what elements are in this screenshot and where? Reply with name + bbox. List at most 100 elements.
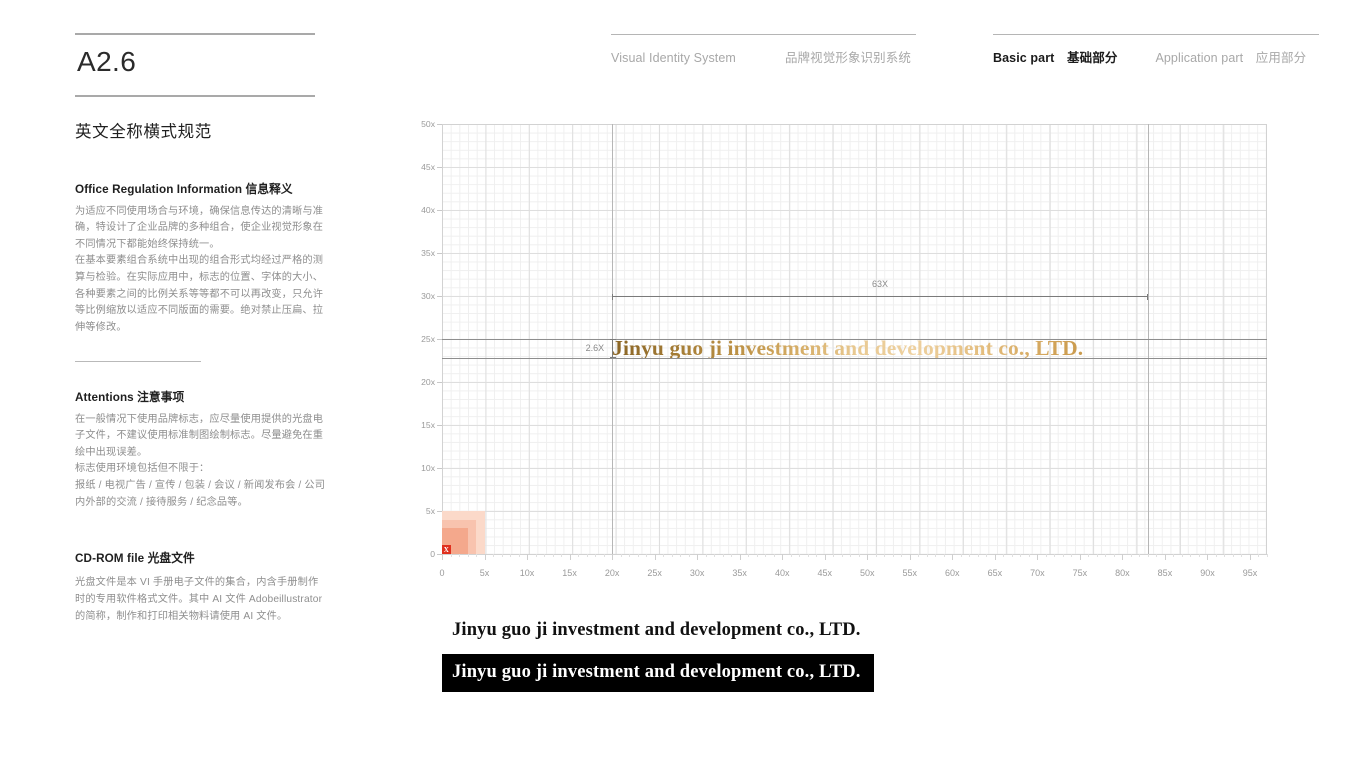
chart-x-axis-tick: [952, 554, 954, 560]
chart-y-axis-tick: [437, 382, 442, 383]
info-block-heading-cn: 信息释义: [245, 182, 293, 196]
chart-x-axis-minor-tick: [892, 554, 894, 557]
chart-x-axis-minor-tick: [459, 554, 460, 557]
chart-x-axis-minor-tick: [1147, 554, 1149, 557]
chart-x-axis-minor-tick: [773, 554, 775, 557]
chart-x-axis-minor-tick: [986, 554, 988, 557]
chart-x-axis-label: 95x: [1242, 568, 1258, 578]
chart-x-axis-label: 5x: [479, 568, 490, 578]
chart-x-axis-tick: [697, 554, 699, 560]
chart-x-axis-label: 75x: [1072, 568, 1088, 578]
chart-x-axis-minor-tick: [858, 554, 860, 557]
chart-x-axis-minor-tick: [637, 554, 639, 557]
info-block-paragraph: 光盘文件是本 VI 手册电子文件的集合，内含手册制作时的专用软件格式文件。其中 …: [75, 577, 323, 622]
chart-x-axis-label: 40x: [774, 568, 790, 578]
chart-x-axis-tick: [484, 554, 486, 560]
chart-x-axis-minor-tick: [1241, 554, 1243, 557]
chart-x-axis-minor-tick: [977, 554, 979, 557]
chart-x-axis-minor-tick: [1156, 554, 1158, 557]
chart-x-axis-minor-tick: [518, 554, 520, 557]
chart-y-axis-label: 20x: [421, 377, 435, 387]
header-item-en: Visual Identity System: [611, 51, 736, 65]
chart-x-axis-minor-tick: [756, 554, 758, 557]
chart-x-axis-minor-tick: [535, 554, 537, 557]
chart-x-axis-minor-tick: [969, 554, 971, 557]
chart-x-axis-minor-tick: [1011, 554, 1013, 557]
chart-x-axis-minor-tick: [1088, 554, 1090, 557]
info-block-heading: CD-ROM file 光盘文件: [75, 549, 327, 566]
chart-y-axis-label: 50x: [421, 119, 435, 129]
header-item-visual-identity-system-cn: 品牌视觉形象识别系统: [776, 47, 911, 66]
info-block-heading: Office Regulation Information 信息释义: [75, 180, 327, 197]
dimension-label-63X: 63X: [871, 279, 889, 289]
chart-y-axis-label: 0: [430, 549, 435, 559]
chart-y-axis-label: 25x: [421, 334, 435, 344]
chart-x-axis-minor-tick: [595, 554, 597, 557]
chart-x-axis-minor-tick: [833, 554, 835, 557]
chart-x-axis-minor-tick: [1062, 554, 1064, 557]
chart-x-axis-label: 45x: [817, 568, 832, 578]
sidebar-rule-top: [75, 33, 315, 35]
chart-x-axis-minor-tick: [646, 554, 648, 557]
chart-x-axis-minor-tick: [807, 554, 809, 557]
chart-x-axis-minor-tick: [620, 554, 622, 557]
chart-x-axis-minor-tick: [1173, 554, 1175, 557]
chart-y-axis-tick: [437, 167, 442, 168]
header-tab-application-part-en: Application part: [1155, 51, 1244, 65]
chart-x-axis-minor-tick: [1258, 554, 1260, 557]
chart-y-axis-tick: [437, 253, 442, 254]
header-tab-basic-part[interactable]: Basic part 基础部分: [993, 47, 1117, 66]
chart-x-axis-minor-tick: [1105, 554, 1107, 557]
chart-x-axis-minor-tick: [586, 554, 588, 557]
info-block-paragraph: 标志使用环境包括但不限于：: [75, 463, 210, 475]
info-block-paragraph: 为适应不同使用场合与环境，确保信息传达的清晰与准确，特设计了企业品牌的多种组合，…: [75, 205, 324, 250]
chart-x-axis-minor-tick: [544, 554, 546, 557]
chart-x-axis-minor-tick: [1267, 554, 1268, 557]
chart-y-axis-label: 35x: [421, 248, 435, 258]
chart-x-axis-minor-tick: [501, 554, 503, 557]
sidebar: A2.6 英文全称横式规范 Office Regulation Informat…: [75, 33, 327, 625]
chart-x-axis-tick: [1037, 554, 1039, 560]
chart-y-axis-label: 45x: [421, 162, 435, 172]
chart-x-axis-tick: [824, 554, 826, 560]
sidebar-separator: [75, 360, 201, 362]
chart-x-axis-minor-tick: [1096, 554, 1098, 557]
chart-x-axis-minor-tick: [1113, 554, 1115, 557]
chart-x-axis-label: 90x: [1200, 568, 1215, 578]
chart-x-axis-minor-tick: [960, 554, 962, 557]
chart-x-axis-minor-tick: [663, 554, 665, 557]
chart-y-axis-tick: [437, 468, 442, 469]
chart-x-axis-minor-tick: [1198, 554, 1200, 557]
chart-x-axis-minor-tick: [680, 554, 682, 557]
chart-x-axis-label: 10x: [519, 568, 535, 578]
sidebar-rule-mid: [75, 95, 315, 97]
chart-x-axis-minor-tick: [1181, 554, 1183, 557]
chart-x-axis-minor-tick: [765, 554, 767, 557]
logo-lockup-on-grid: Jinyu guo ji investment and development …: [612, 337, 1148, 358]
chart-y-axis-label: 5x: [425, 506, 435, 516]
chart-x-axis-minor-tick: [1020, 554, 1022, 557]
chart-x-axis-tick: [1164, 554, 1166, 560]
chart-x-axis-tick: [569, 554, 571, 560]
chart-x-axis-tick: [782, 554, 784, 560]
chart-x-axis-tick: [1207, 554, 1209, 560]
info-block-heading: Attentions 注意事项: [75, 388, 327, 405]
info-block-paragraph: 在基本要素组合系统中出现的组合形式均经过严格的测算与检验。在实际应用中，标志的位…: [75, 255, 324, 333]
chart-x-axis-minor-tick: [1139, 554, 1141, 557]
chart-x-axis-minor-tick: [578, 554, 580, 557]
info-block-cd-rom-file: CD-ROM file 光盘文件 光盘文件是本 VI 手册电子文件的集合，内含手…: [75, 549, 327, 625]
chart-x-axis-minor-tick: [493, 554, 495, 557]
chart-x-axis-minor-tick: [1071, 554, 1073, 557]
unit-square-1x: X: [442, 545, 451, 554]
page-title: 英文全称横式规范: [75, 122, 212, 141]
header-tab-application-part[interactable]: Application part 应用部分: [1155, 47, 1306, 66]
chart-x-axis-tick: [442, 554, 443, 560]
chart-x-axis-label: 85x: [1157, 568, 1173, 578]
info-block-heading-cn: 光盘文件: [147, 552, 195, 566]
chart-x-axis-minor-tick: [875, 554, 877, 557]
chart-x-axis-minor-tick: [722, 554, 724, 557]
info-block-paragraph: 报纸 / 电视广告 / 宣传 / 包装 / 会议 / 新闻发布会 / 公司内外部…: [75, 480, 326, 508]
chart-x-axis-minor-tick: [799, 554, 801, 557]
chart-x-axis-label: 15x: [562, 568, 577, 578]
chart-x-axis-minor-tick: [1045, 554, 1047, 557]
